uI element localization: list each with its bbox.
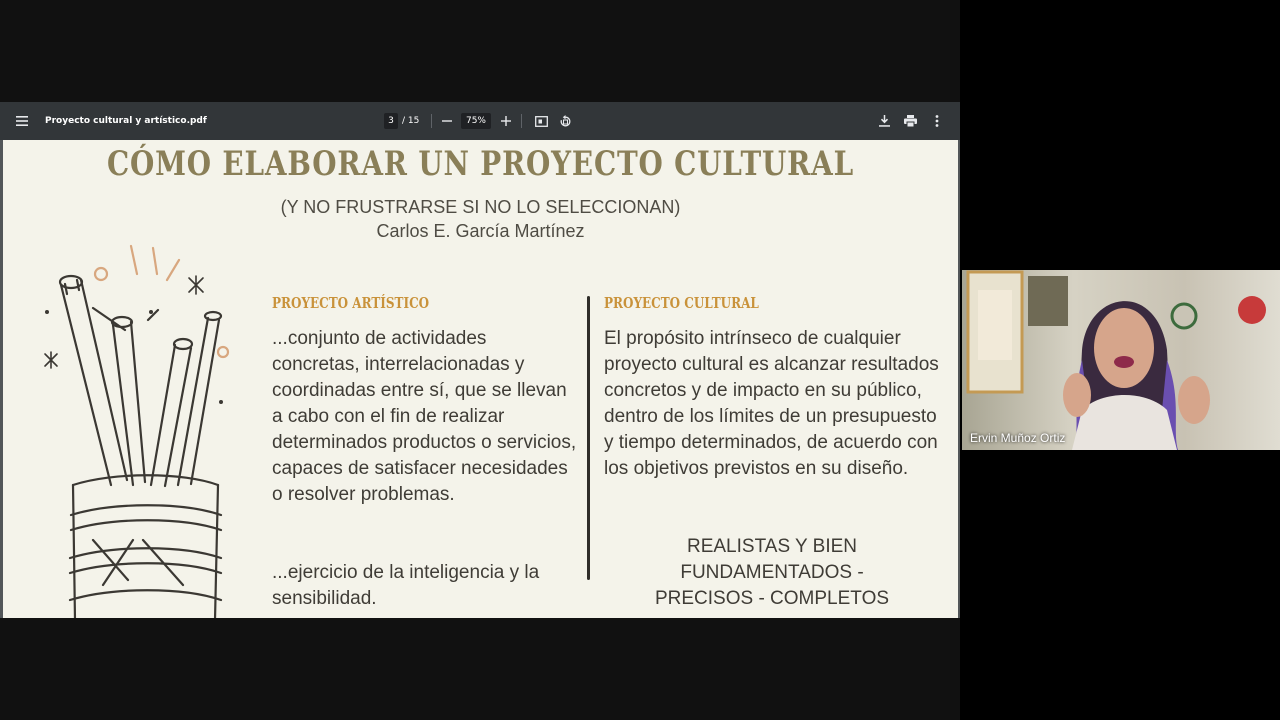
pdf-page: CÓMO ELABORAR UN PROYECTO CULTURAL (Y NO…: [3, 140, 958, 618]
pencil-cup-illustration: [44, 244, 230, 618]
download-icon[interactable]: [876, 102, 892, 140]
artistic-note: ...ejercicio de la inteligencia y la sen…: [272, 562, 540, 609]
cultural-definition: El propósito intrínseco de cualquier pro…: [604, 328, 939, 479]
artistic-heading: PROYECTO ARTÍSTICO: [272, 294, 430, 312]
screen-share-area: Proyecto cultural y artístico.pdf 3 / 15…: [0, 0, 960, 720]
pdf-toolbar: Proyecto cultural y artístico.pdf 3 / 15…: [0, 102, 960, 140]
pdf-viewport[interactable]: CÓMO ELABORAR UN PROYECTO CULTURAL (Y NO…: [0, 140, 960, 618]
page-number-input[interactable]: 3: [384, 113, 398, 129]
file-title: Proyecto cultural y artístico.pdf: [45, 116, 207, 126]
zoom-out-icon[interactable]: [439, 102, 455, 140]
participant-video: [966, 270, 1266, 450]
zoom-input[interactable]: 75%: [461, 113, 491, 129]
column-divider: [587, 296, 590, 580]
cultural-motto: REALISTAS Y BIEN FUNDAMENTADOS - PRECISO…: [654, 536, 890, 609]
rotate-icon[interactable]: [557, 102, 573, 140]
cultural-heading: PROYECTO CULTURAL: [604, 294, 759, 312]
print-icon[interactable]: [902, 102, 918, 140]
toolbar-separator: [431, 114, 432, 128]
slide-subtitle: (Y NO FRUSTRARSE SI NO LO SELECCIONAN): [280, 197, 681, 217]
zoom-in-icon[interactable]: [498, 102, 514, 140]
participant-name: Ervin Muñoz Ortiz: [970, 431, 1066, 445]
artistic-definition: ...conjunto de actividades concretas, in…: [272, 328, 577, 505]
toolbar-separator: [521, 114, 522, 128]
participant-video-tile[interactable]: Ervin Muñoz Ortiz: [962, 270, 1280, 450]
slide-title: CÓMO ELABORAR UN PROYECTO CULTURAL: [106, 144, 855, 184]
fit-page-icon[interactable]: [533, 102, 549, 140]
page-total: / 15: [402, 116, 420, 126]
slide-author: Carlos E. García Martínez: [376, 221, 585, 241]
more-vert-icon[interactable]: [929, 102, 945, 140]
menu-icon[interactable]: [10, 102, 34, 140]
